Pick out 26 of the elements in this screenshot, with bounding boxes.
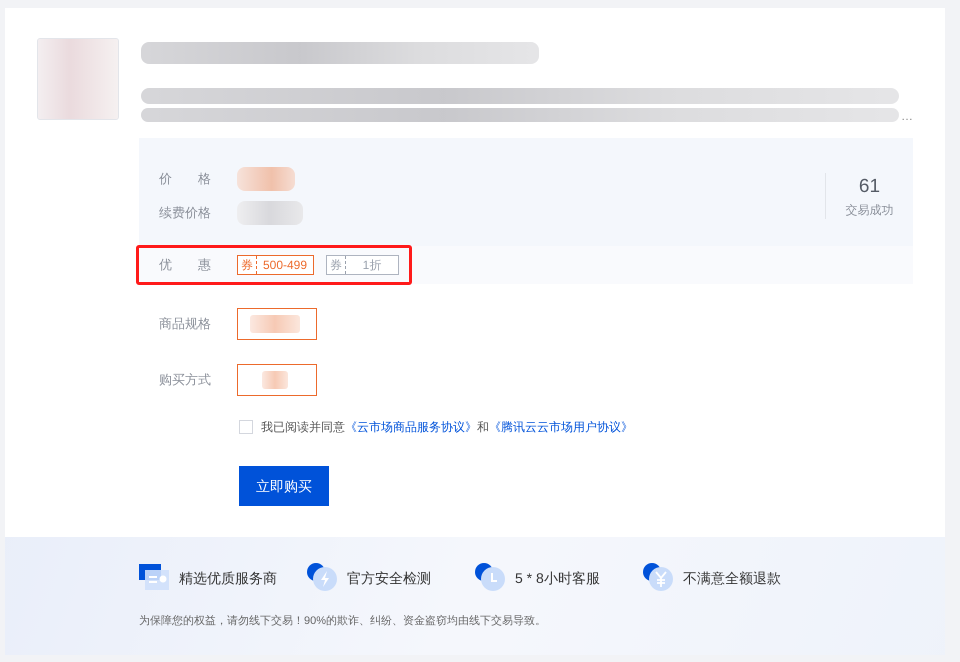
agreement-link[interactable]: 《云市场商品服务协议》 <box>345 420 477 434</box>
agreement-text: 我已阅读并同意《云市场商品服务协议》和《腾讯云云市场用户协议》 <box>261 419 633 436</box>
transaction-count: 61 <box>858 174 882 199</box>
guarantee-text: 不满意全额退款 <box>683 568 781 588</box>
guarantee-text: 5 * 8小时客服 <box>515 568 600 588</box>
field-label: 优 惠 <box>159 256 212 274</box>
agreement-checkbox[interactable] <box>239 420 253 434</box>
buy-now-button[interactable]: 立即购买 <box>239 466 329 506</box>
guarantee-text: 精选优质服务商 <box>179 568 277 588</box>
field-label: 购买方式 <box>159 371 212 390</box>
agreement-link[interactable]: 《腾讯云云市场用户协议》 <box>489 420 633 434</box>
field-label: 续费价格 <box>159 204 212 222</box>
field-label: 价 格 <box>159 170 212 188</box>
transaction-label: 交易成功 <box>844 202 894 220</box>
yen-icon <box>643 563 675 593</box>
clock-icon <box>475 563 507 593</box>
redacted-value <box>237 201 303 225</box>
lightning-icon <box>307 563 339 593</box>
field-label: 商品规格 <box>159 315 212 334</box>
notice-text: 为保障您的权益，请勿线下交易！90%的欺诈、纠纷、资金盗窃均由线下交易导致。 <box>139 614 548 629</box>
redacted-value <box>237 167 295 191</box>
option-selector[interactable] <box>237 308 317 340</box>
option-selector[interactable] <box>237 364 317 396</box>
guarantee-text: 官方安全检测 <box>347 568 431 588</box>
ellipsis-text: … <box>901 110 913 122</box>
certificate-icon <box>139 564 171 592</box>
